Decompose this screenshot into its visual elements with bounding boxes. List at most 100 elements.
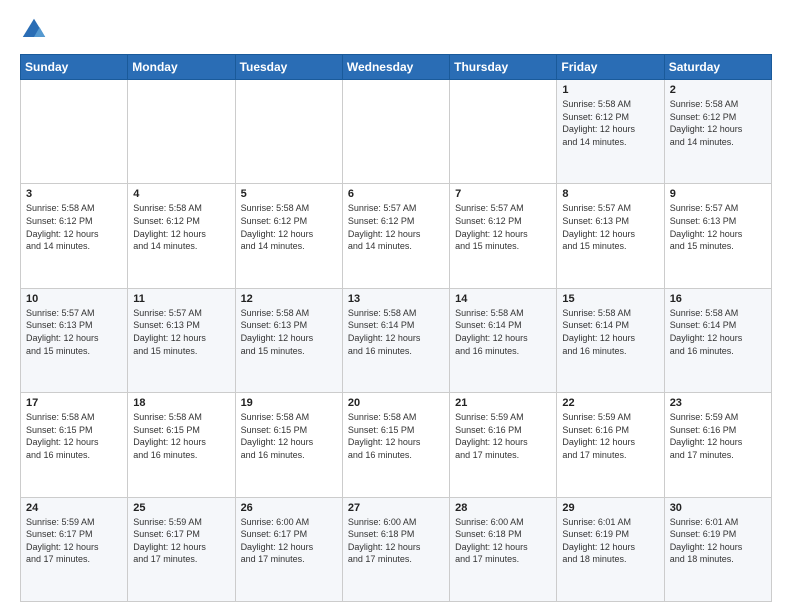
calendar-header-wednesday: Wednesday [342,55,449,80]
calendar-cell-4-3: 19 Sunrise: 5:58 AM Sunset: 6:15 PM Dayli… [235,393,342,497]
day-info: Sunrise: 5:58 AM Sunset: 6:13 PM Dayligh… [241,307,337,357]
calendar-cell-1-4 [342,80,449,184]
day-number: 8 [562,188,658,200]
day-number: 12 [241,293,337,305]
day-info: Sunrise: 6:00 AM Sunset: 6:18 PM Dayligh… [455,516,551,566]
day-number: 13 [348,293,444,305]
calendar-cell-4-5: 21 Sunrise: 5:59 AM Sunset: 6:16 PM Dayli… [450,393,557,497]
calendar-cell-1-7: 2 Sunrise: 5:58 AM Sunset: 6:12 PM Daylig… [664,80,771,184]
day-number: 16 [670,293,766,305]
calendar-header-row: SundayMondayTuesdayWednesdayThursdayFrid… [21,55,772,80]
day-number: 28 [455,502,551,514]
calendar-cell-5-2: 25 Sunrise: 5:59 AM Sunset: 6:17 PM Dayli… [128,497,235,601]
day-number: 30 [670,502,766,514]
calendar-cell-3-7: 16Sunrise: 5:58 AM Sunset: 6:14 PM Dayli… [664,288,771,392]
day-number: 11 [133,293,229,305]
calendar-header-sunday: Sunday [21,55,128,80]
calendar-cell-5-3: 26 Sunrise: 6:00 AM Sunset: 6:17 PM Dayli… [235,497,342,601]
calendar-header-friday: Friday [557,55,664,80]
day-info: Sunrise: 5:58 AM Sunset: 6:14 PM Dayligh… [348,307,444,357]
day-info: Sunrise: 6:00 AM Sunset: 6:17 PM Dayligh… [241,516,337,566]
page: SundayMondayTuesdayWednesdayThursdayFrid… [0,0,792,612]
calendar-cell-3-2: 11 Sunrise: 5:57 AM Sunset: 6:13 PM Dayli… [128,288,235,392]
day-number: 25 [133,502,229,514]
day-number: 24 [26,502,122,514]
day-info: Sunrise: 5:58 AM Sunset: 6:12 PM Dayligh… [562,98,658,148]
day-info: Sunrise: 5:58 AM Sunset: 6:12 PM Dayligh… [133,202,229,252]
calendar-cell-3-4: 13 Sunrise: 5:58 AM Sunset: 6:14 PM Dayli… [342,288,449,392]
day-info: Sunrise: 5:58 AM Sunset: 6:15 PM Dayligh… [348,411,444,461]
day-info: Sunrise: 5:59 AM Sunset: 6:16 PM Dayligh… [562,411,658,461]
calendar-cell-2-2: 4 Sunrise: 5:58 AM Sunset: 6:12 PM Daylig… [128,184,235,288]
day-number: 9 [670,188,766,200]
day-info: Sunrise: 5:59 AM Sunset: 6:16 PM Dayligh… [455,411,551,461]
day-info: Sunrise: 5:58 AM Sunset: 6:15 PM Dayligh… [241,411,337,461]
calendar-cell-4-6: 22 Sunrise: 5:59 AM Sunset: 6:16 PM Dayli… [557,393,664,497]
day-number: 21 [455,397,551,409]
day-number: 6 [348,188,444,200]
day-number: 14 [455,293,551,305]
calendar-cell-2-7: 9 Sunrise: 5:57 AM Sunset: 6:13 PM Daylig… [664,184,771,288]
logo-icon [20,16,48,44]
day-number: 1 [562,84,658,96]
calendar-cell-4-7: 23Sunrise: 5:59 AM Sunset: 6:16 PM Dayli… [664,393,771,497]
day-info: Sunrise: 5:57 AM Sunset: 6:13 PM Dayligh… [133,307,229,357]
day-info: Sunrise: 6:01 AM Sunset: 6:19 PM Dayligh… [670,516,766,566]
day-number: 22 [562,397,658,409]
calendar-header-monday: Monday [128,55,235,80]
logo [20,16,52,44]
calendar-cell-5-7: 30 Sunrise: 6:01 AM Sunset: 6:19 PM Dayli… [664,497,771,601]
calendar-cell-5-1: 24 Sunrise: 5:59 AM Sunset: 6:17 PM Dayli… [21,497,128,601]
calendar-cell-5-5: 28 Sunrise: 6:00 AM Sunset: 6:18 PM Dayli… [450,497,557,601]
calendar-cell-3-5: 14 Sunrise: 5:58 AM Sunset: 6:14 PM Dayli… [450,288,557,392]
day-info: Sunrise: 5:57 AM Sunset: 6:13 PM Dayligh… [670,202,766,252]
day-number: 20 [348,397,444,409]
calendar-week-5: 24 Sunrise: 5:59 AM Sunset: 6:17 PM Dayli… [21,497,772,601]
calendar-cell-3-6: 15 Sunrise: 5:58 AM Sunset: 6:14 PM Dayli… [557,288,664,392]
day-info: Sunrise: 5:59 AM Sunset: 6:16 PM Dayligh… [670,411,766,461]
header [20,16,772,44]
day-info: Sunrise: 5:57 AM Sunset: 6:13 PM Dayligh… [26,307,122,357]
day-info: Sunrise: 5:58 AM Sunset: 6:15 PM Dayligh… [26,411,122,461]
day-info: Sunrise: 5:59 AM Sunset: 6:17 PM Dayligh… [133,516,229,566]
calendar-cell-2-1: 3 Sunrise: 5:58 AM Sunset: 6:12 PM Daylig… [21,184,128,288]
day-info: Sunrise: 5:58 AM Sunset: 6:12 PM Dayligh… [670,98,766,148]
day-number: 29 [562,502,658,514]
day-number: 7 [455,188,551,200]
day-info: Sunrise: 5:59 AM Sunset: 6:17 PM Dayligh… [26,516,122,566]
day-info: Sunrise: 5:58 AM Sunset: 6:14 PM Dayligh… [562,307,658,357]
calendar-cell-5-4: 27Sunrise: 6:00 AM Sunset: 6:18 PM Dayli… [342,497,449,601]
day-number: 18 [133,397,229,409]
calendar-week-3: 10 Sunrise: 5:57 AM Sunset: 6:13 PM Dayli… [21,288,772,392]
day-number: 10 [26,293,122,305]
calendar-header-thursday: Thursday [450,55,557,80]
day-number: 5 [241,188,337,200]
calendar-cell-1-3 [235,80,342,184]
day-number: 26 [241,502,337,514]
calendar-cell-3-3: 12 Sunrise: 5:58 AM Sunset: 6:13 PM Dayli… [235,288,342,392]
day-info: Sunrise: 5:57 AM Sunset: 6:13 PM Dayligh… [562,202,658,252]
day-info: Sunrise: 6:01 AM Sunset: 6:19 PM Dayligh… [562,516,658,566]
calendar-cell-1-2 [128,80,235,184]
calendar-cell-4-1: 17Sunrise: 5:58 AM Sunset: 6:15 PM Dayli… [21,393,128,497]
day-info: Sunrise: 5:57 AM Sunset: 6:12 PM Dayligh… [455,202,551,252]
calendar-week-2: 3 Sunrise: 5:58 AM Sunset: 6:12 PM Daylig… [21,184,772,288]
day-info: Sunrise: 5:58 AM Sunset: 6:12 PM Dayligh… [26,202,122,252]
calendar-cell-2-3: 5 Sunrise: 5:58 AM Sunset: 6:12 PM Daylig… [235,184,342,288]
day-number: 4 [133,188,229,200]
calendar-cell-1-6: 1 Sunrise: 5:58 AM Sunset: 6:12 PM Daylig… [557,80,664,184]
day-number: 19 [241,397,337,409]
calendar-cell-3-1: 10 Sunrise: 5:57 AM Sunset: 6:13 PM Dayli… [21,288,128,392]
day-info: Sunrise: 5:58 AM Sunset: 6:12 PM Dayligh… [241,202,337,252]
calendar-cell-2-5: 7 Sunrise: 5:57 AM Sunset: 6:12 PM Daylig… [450,184,557,288]
day-info: Sunrise: 5:58 AM Sunset: 6:14 PM Dayligh… [455,307,551,357]
calendar-week-4: 17Sunrise: 5:58 AM Sunset: 6:15 PM Dayli… [21,393,772,497]
day-number: 2 [670,84,766,96]
calendar-cell-1-1 [21,80,128,184]
calendar-cell-2-6: 8 Sunrise: 5:57 AM Sunset: 6:13 PM Daylig… [557,184,664,288]
calendar-header-saturday: Saturday [664,55,771,80]
day-number: 15 [562,293,658,305]
calendar-table: SundayMondayTuesdayWednesdayThursdayFrid… [20,54,772,602]
day-number: 3 [26,188,122,200]
day-info: Sunrise: 5:58 AM Sunset: 6:15 PM Dayligh… [133,411,229,461]
